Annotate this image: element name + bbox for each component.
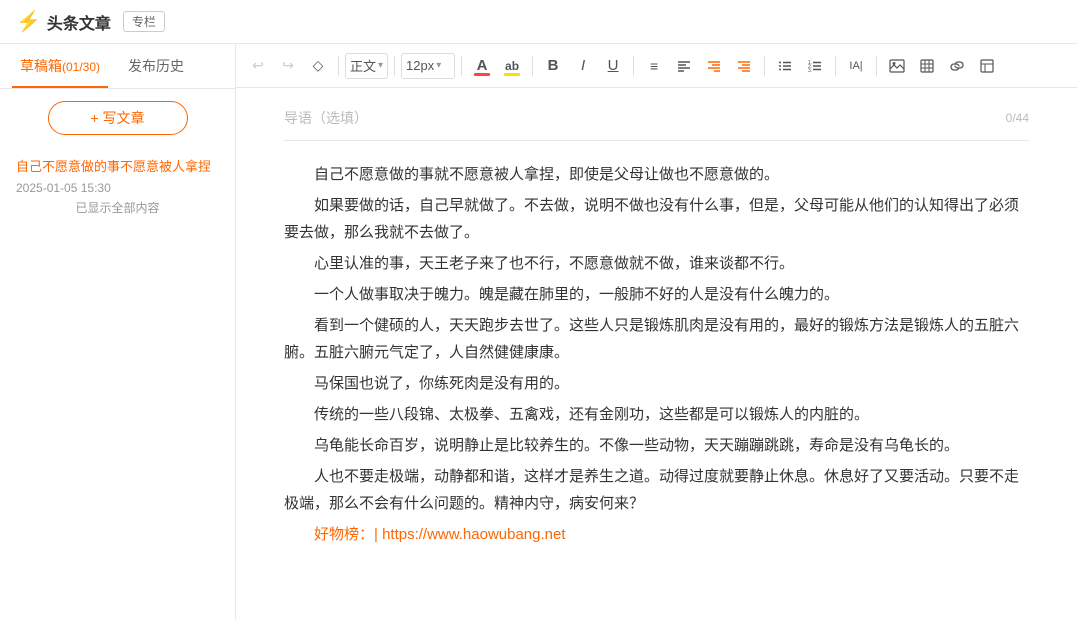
link-button[interactable] <box>943 52 971 80</box>
style-arrow: ▾ <box>378 60 383 71</box>
paragraph-9: 人也不要走极端，动静都和谐，这样才是养生之道。动得过度就要静止休息。休息好了又要… <box>284 463 1029 517</box>
logo-icon: ⚡ <box>16 9 41 34</box>
image-button[interactable] <box>883 52 911 80</box>
tab-history[interactable]: 发布历史 <box>120 44 192 88</box>
tab-draft[interactable]: 草稿箱(01/30) <box>12 44 108 88</box>
underline-button[interactable]: U <box>599 52 627 80</box>
footer-link[interactable]: 好物榜：| https://www.haowubang.net <box>314 526 566 543</box>
fontsize-select[interactable]: 12px ▾ <box>401 53 455 79</box>
editor-area: ↩ ↪ ◇ 正文 ▾ 12px ▾ A ab <box>236 44 1077 620</box>
article-title: 自己不愿意做的事不愿意被人拿捏 <box>16 157 219 177</box>
write-article-button[interactable]: + 写文章 <box>48 101 188 135</box>
paragraph-5: 看到一个健硕的人，天天跑步去世了。这些人只是锻炼肌肉是没有用的，最好的锻炼方法是… <box>284 312 1029 366</box>
list-ul-button[interactable] <box>771 52 799 80</box>
paragraph-10: 好物榜：| https://www.haowubang.net <box>284 521 1029 548</box>
sidebar-tabs: 草稿箱(01/30) 发布历史 <box>0 44 235 89</box>
paragraph-7: 传统的一些八段锦、太极拳、五禽戏，还有金刚功，这些都是可以锻炼人的内脏的。 <box>284 401 1029 428</box>
separator-6 <box>764 56 765 76</box>
intro-area: 导语（选填） 0/44 <box>284 108 1029 141</box>
align-left-button[interactable] <box>670 52 698 80</box>
separator-8 <box>876 56 877 76</box>
paragraph-6: 马保国也说了，你练死肉是没有用的。 <box>284 370 1029 397</box>
clear-format-button[interactable]: ◇ <box>304 52 332 80</box>
separator-3 <box>461 56 462 76</box>
special-tag[interactable]: 专栏 <box>123 11 165 32</box>
logo-area: ⚡ 头条文章 <box>16 9 111 34</box>
paragraph-8: 乌龟能长命百岁，说明静止是比较养生的。不像一些动物，天天蹦蹦跳跳，寿命是没有乌龟… <box>284 432 1029 459</box>
redo-button[interactable]: ↪ <box>274 52 302 80</box>
content-body[interactable]: 自己不愿意做的事就不愿意被人拿捏，即使是父母让做也不愿意做的。 如果要做的话，自… <box>284 161 1029 548</box>
bold-button[interactable]: B <box>539 52 567 80</box>
separator-1 <box>338 56 339 76</box>
view-all-label: 已显示全部内容 <box>16 199 219 216</box>
intro-placeholder-text: 导语（选填） <box>284 108 368 128</box>
sidebar: 草稿箱(01/30) 发布历史 + 写文章 自己不愿意做的事不愿意被人拿捏 20… <box>0 44 236 620</box>
undo-button[interactable]: ↩ <box>244 52 272 80</box>
fontcolor-button[interactable]: A <box>468 52 496 80</box>
separator-7 <box>835 56 836 76</box>
fullscreen-button[interactable] <box>973 52 1001 80</box>
align-right-button[interactable] <box>700 52 728 80</box>
svg-text:3.: 3. <box>808 68 812 73</box>
main-layout: 草稿箱(01/30) 发布历史 + 写文章 自己不愿意做的事不愿意被人拿捏 20… <box>0 44 1077 620</box>
style-select[interactable]: 正文 ▾ <box>345 53 388 79</box>
highlight-button[interactable]: ab <box>498 52 526 80</box>
table-button[interactable] <box>913 52 941 80</box>
line-height-button[interactable]: IA| <box>842 52 870 80</box>
italic-button[interactable]: I <box>569 52 597 80</box>
top-header: ⚡ 头条文章 专栏 <box>0 0 1077 44</box>
list-ol-button[interactable]: 1. 2. 3. <box>801 52 829 80</box>
intro-count: 0/44 <box>1006 111 1029 125</box>
list-item[interactable]: 自己不愿意做的事不愿意被人拿捏 2025-01-05 15:30 已显示全部内容 <box>0 147 235 226</box>
paragraph-1: 自己不愿意做的事就不愿意被人拿捏，即使是父母让做也不愿意做的。 <box>284 161 1029 188</box>
indent-button[interactable] <box>730 52 758 80</box>
logo-text: 头条文章 <box>47 10 111 34</box>
align-justify-button[interactable]: ≡ <box>640 52 668 80</box>
separator-4 <box>532 56 533 76</box>
fontsize-arrow: ▾ <box>436 60 441 71</box>
paragraph-3: 心里认准的事，天王老子来了也不行，不愿意做就不做，谁来谈都不行。 <box>284 250 1029 277</box>
paragraph-2: 如果要做的话，自己早就做了。不去做，说明不做也没有什么事，但是，父母可能从他们的… <box>284 192 1029 246</box>
editor-content[interactable]: 导语（选填） 0/44 自己不愿意做的事就不愿意被人拿捏，即使是父母让做也不愿意… <box>236 88 1077 620</box>
article-date: 2025-01-05 15:30 <box>16 181 219 195</box>
toolbar: ↩ ↪ ◇ 正文 ▾ 12px ▾ A ab <box>236 44 1077 88</box>
separator-5 <box>633 56 634 76</box>
paragraph-4: 一个人做事取决于魄力。魄是藏在肺里的，一般肺不好的人是没有什么魄力的。 <box>284 281 1029 308</box>
separator-2 <box>394 56 395 76</box>
